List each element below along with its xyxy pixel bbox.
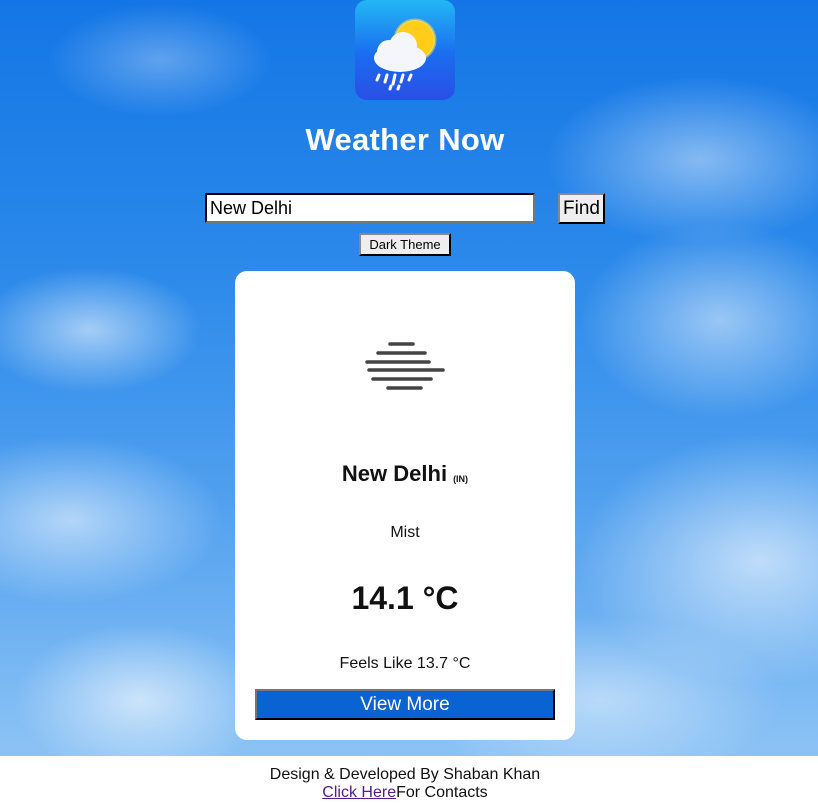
city-search-input[interactable] <box>205 193 535 223</box>
view-more-button[interactable]: View More <box>255 689 555 720</box>
city-name: New Delhi (IN) <box>235 461 575 487</box>
footer-contact-line: Click HereFor Contacts <box>0 784 810 802</box>
country-code: (IN) <box>453 474 469 484</box>
weather-card: New Delhi (IN) Mist 14.1 °C Feels Like 13… <box>235 271 575 740</box>
footer: Design & Developed By Shaban Khan Click … <box>0 756 818 803</box>
weather-condition: Mist <box>390 524 420 541</box>
app-title: Weather Now <box>305 122 505 157</box>
dark-theme-button[interactable]: Dark Theme <box>359 233 451 256</box>
contact-link-suffix: For Contacts <box>396 784 488 801</box>
mist-icon <box>365 342 445 390</box>
find-button[interactable]: Find <box>558 193 605 224</box>
weather-app-logo-icon <box>355 0 455 100</box>
temperature-value: 14.1 °C <box>351 580 459 616</box>
feels-like-text: Feels Like 13.7 °C <box>339 655 471 672</box>
contact-link[interactable]: Click Here <box>322 784 396 801</box>
city-label: New Delhi <box>341 461 448 486</box>
footer-credit: Design & Developed By Shaban Khan <box>269 766 541 783</box>
